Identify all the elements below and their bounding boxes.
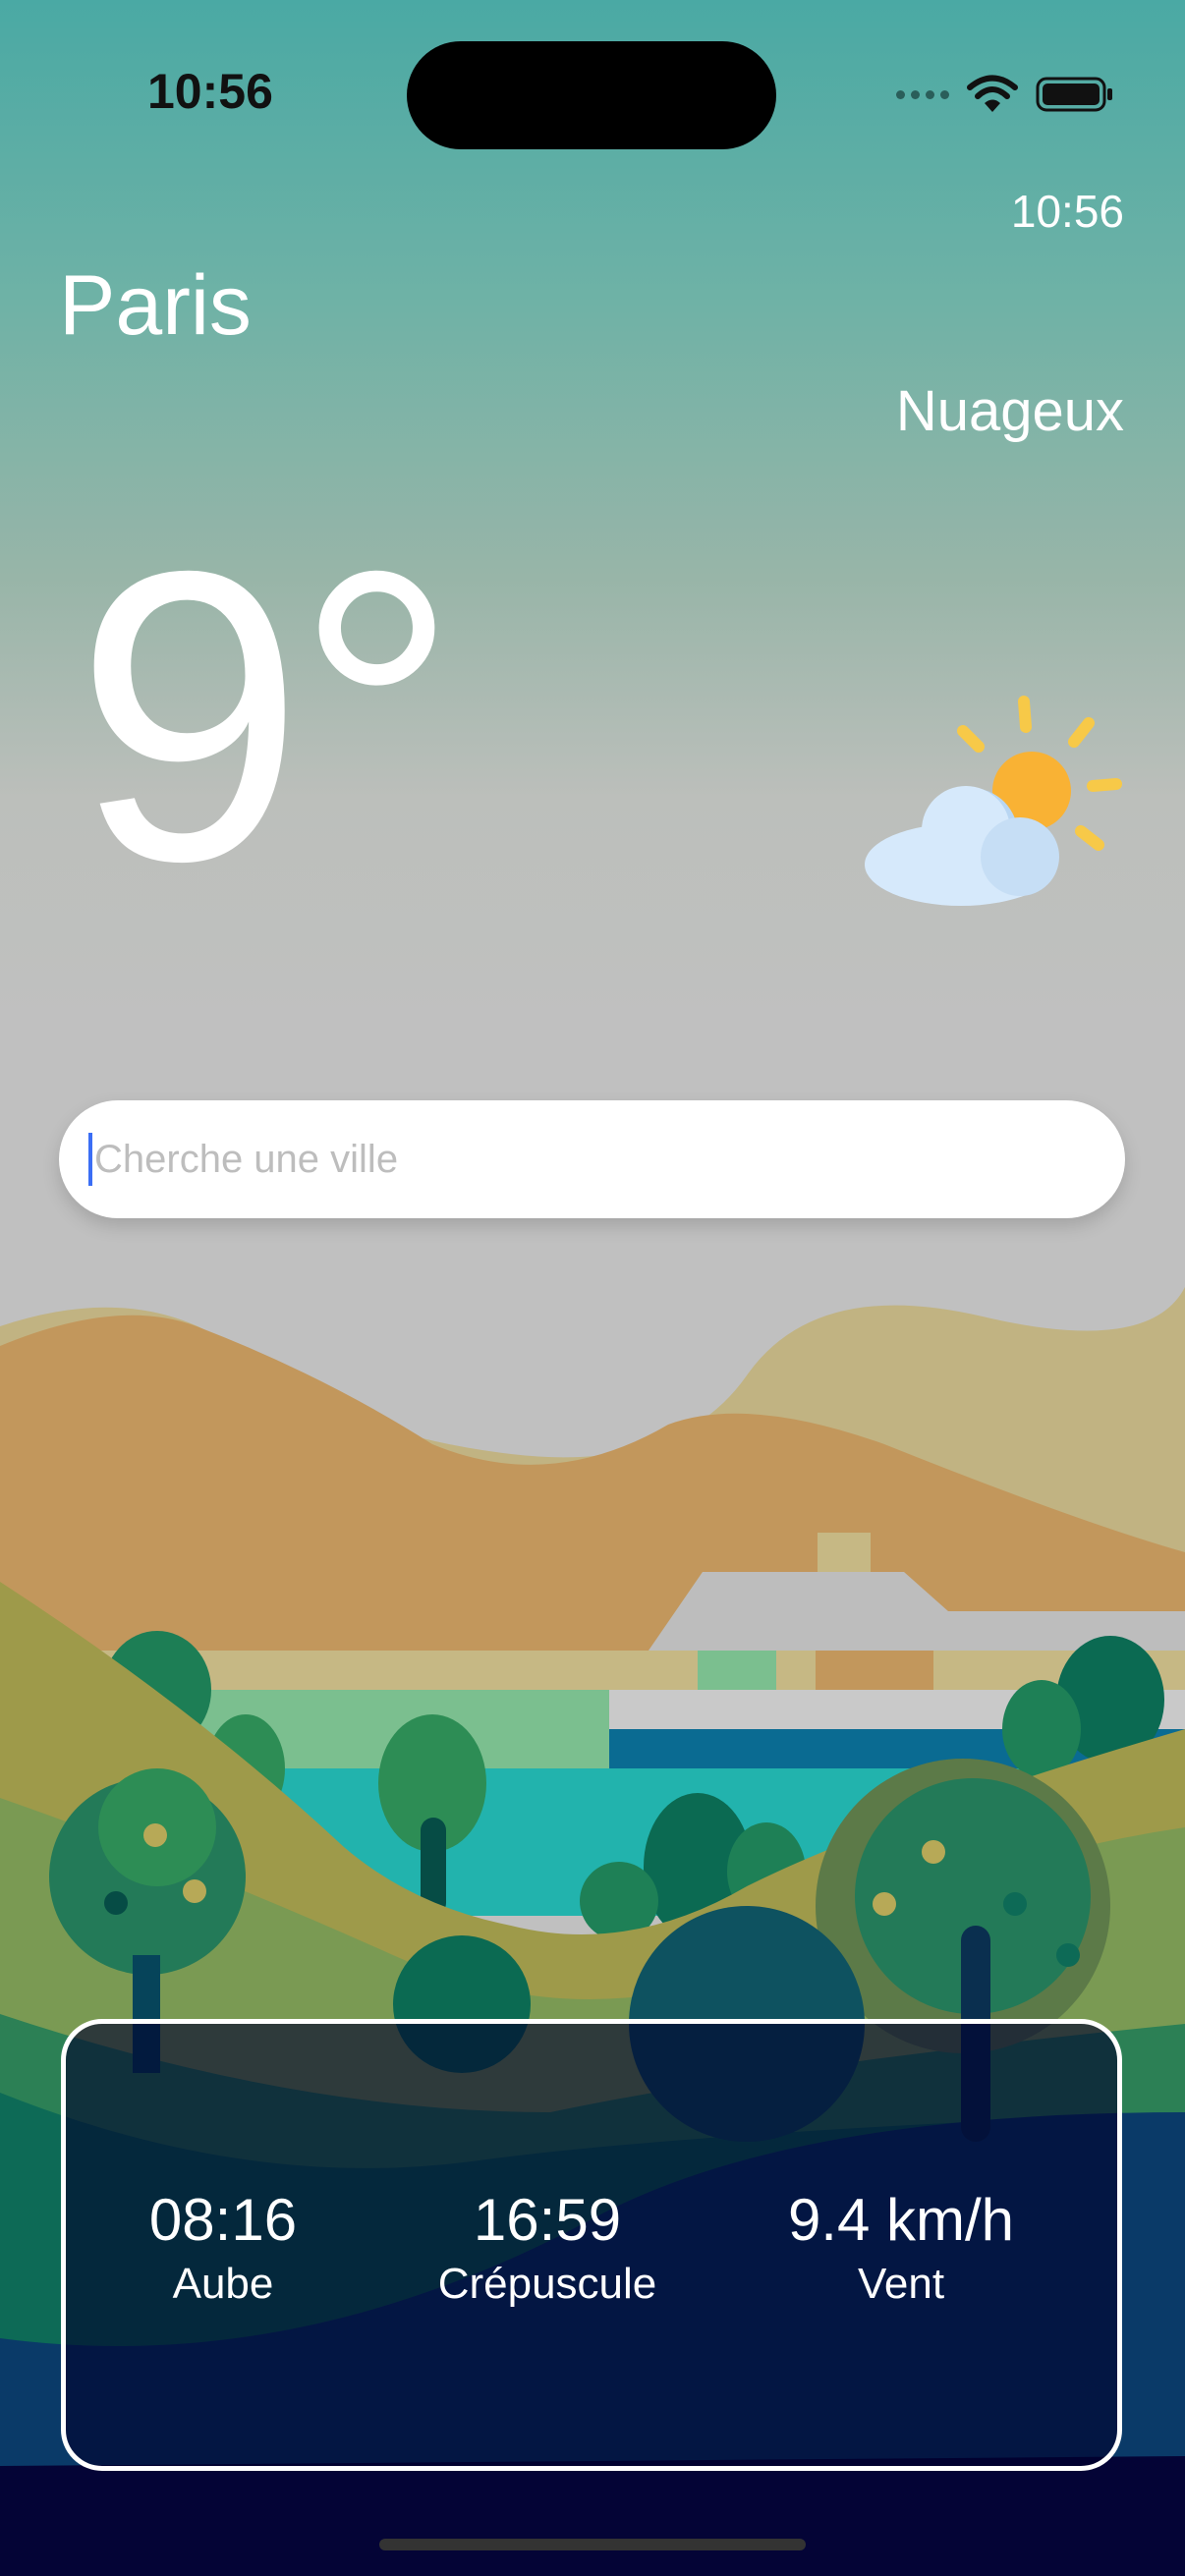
stat-dusk: 16:59 Crépuscule xyxy=(400,2186,695,2309)
temperature: 9° xyxy=(75,486,460,947)
signal-dots-icon xyxy=(896,89,949,99)
text-cursor xyxy=(88,1133,92,1186)
city-search-field[interactable] xyxy=(59,1100,1125,1218)
dusk-label: Crépuscule xyxy=(437,2260,657,2308)
dawn-label: Aube xyxy=(172,2260,274,2308)
battery-icon xyxy=(1036,77,1112,112)
dawn-time: 08:16 xyxy=(148,2187,298,2253)
current-time: 10:56 xyxy=(1010,186,1124,237)
weather-condition: Nuageux xyxy=(895,379,1124,443)
status-bar-icons xyxy=(896,75,1114,114)
city-search-input[interactable] xyxy=(94,1137,979,1182)
dusk-time: 16:59 xyxy=(473,2187,622,2253)
status-bar-time: 10:56 xyxy=(147,64,273,119)
home-indicator[interactable] xyxy=(379,2539,806,2550)
wifi-icon xyxy=(967,75,1018,112)
dynamic-island xyxy=(407,41,776,149)
stat-wind: 9.4 km/h Vent xyxy=(754,2186,1048,2309)
wind-speed: 9.4 km/h xyxy=(787,2187,1015,2253)
partly-cloudy-icon xyxy=(865,696,1122,906)
city-name: Paris xyxy=(59,258,252,353)
sun-wind-card: 08:16 Aube 16:59 Crépuscule 9.4 km/h Ven… xyxy=(61,2019,1122,2471)
stat-dawn: 08:16 Aube xyxy=(125,2186,321,2309)
wind-label: Vent xyxy=(857,2260,945,2308)
